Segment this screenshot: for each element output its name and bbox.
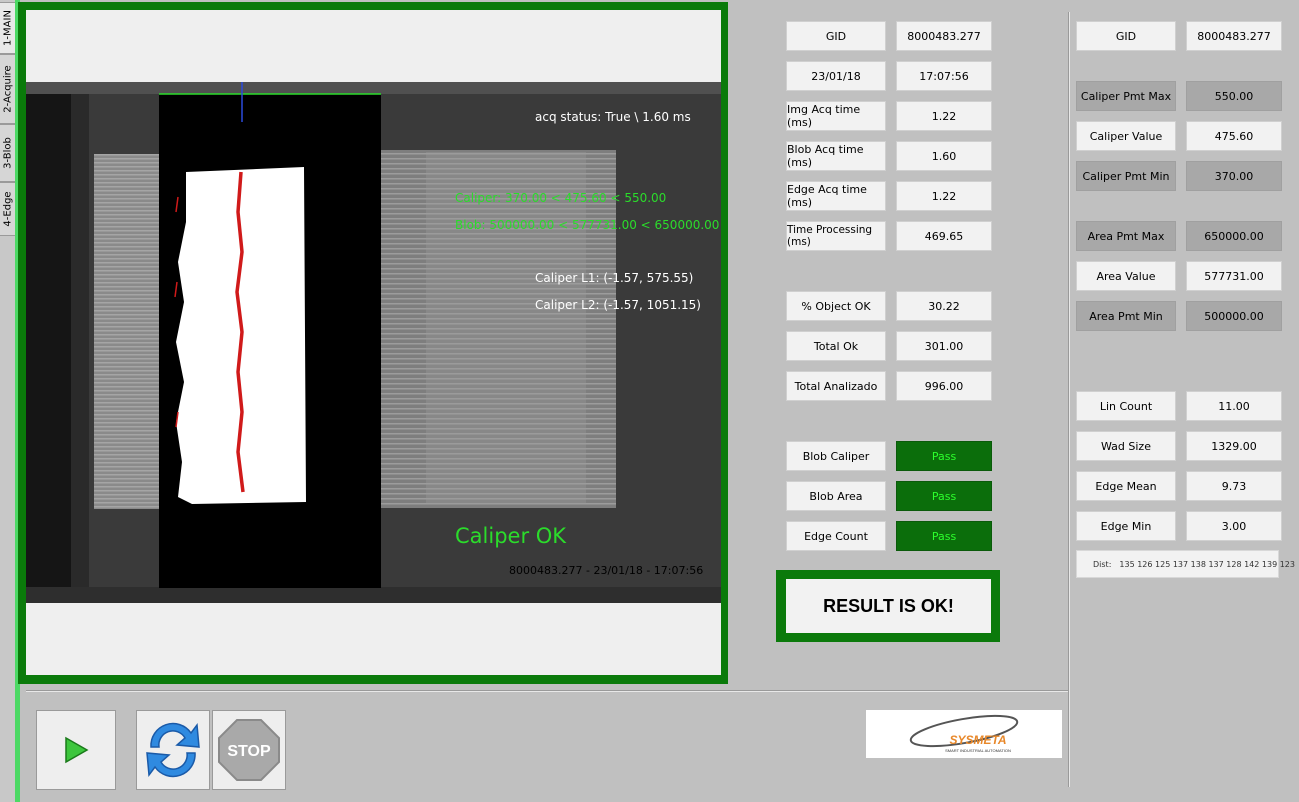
time-processing-label: Time Processing (ms) — [786, 221, 886, 251]
percent-ok-value: 30.22 — [896, 291, 992, 321]
distance-values: 135 126 125 137 138 137 128 142 139 123 — [1119, 559, 1295, 569]
caliper-range-text: Caliper: 370.00 < 475.60 < 550.00 — [455, 191, 667, 205]
area-min-label: Area Pmt Min — [1076, 301, 1176, 331]
right-divider — [1068, 12, 1070, 787]
time-processing-value: 469.65 — [896, 221, 992, 251]
edge-count-status: Pass — [896, 521, 992, 551]
tab-main[interactable]: 1-MAIN — [0, 2, 16, 54]
camera-render — [26, 82, 721, 603]
caliper-max-value: 550.00 — [1186, 81, 1282, 111]
stop-label: STOP — [227, 743, 271, 760]
stop-button[interactable]: STOP — [212, 710, 286, 790]
edge-count-label: Edge Count — [786, 521, 886, 551]
wad-size-label: Wad Size — [1076, 431, 1176, 461]
caliper-value-label: Caliper Value — [1076, 121, 1176, 151]
img-acq-value: 1.22 — [896, 101, 992, 131]
blob-acq-value: 1.60 — [896, 141, 992, 171]
total-ok-label: Total Ok — [786, 331, 886, 361]
tab-acquire[interactable]: 2-Acquire — [0, 54, 16, 124]
wad-size-value: 1329.00 — [1186, 431, 1282, 461]
tab-blob[interactable]: 3-Blob — [0, 124, 16, 182]
result-status: RESULT IS OK! — [786, 579, 991, 633]
gid-value: 8000483.277 — [896, 21, 992, 51]
tab-main-label: 1-MAIN — [2, 10, 13, 46]
tab-blob-label: 3-Blob — [2, 137, 13, 169]
caliper-min-value: 370.00 — [1186, 161, 1282, 191]
right-gid-value: 8000483.277 — [1186, 21, 1282, 51]
tab-edge-label: 4-Edge — [2, 191, 13, 227]
area-max-label: Area Pmt Max — [1076, 221, 1176, 251]
edge-mean-value: 9.73 — [1186, 471, 1282, 501]
caliper-l1-text: Caliper L1: (-1.57, 575.55) — [535, 271, 694, 285]
caliper-l2-text: Caliper L2: (-1.57, 1051.15) — [535, 298, 701, 312]
refresh-icon — [146, 722, 200, 778]
area-value-label: Area Value — [1076, 261, 1176, 291]
camera-image: acq status: True \ 1.60 ms Caliper: 370.… — [26, 82, 721, 603]
edge-min-label: Edge Min — [1076, 511, 1176, 541]
play-button[interactable] — [36, 710, 116, 790]
blob-area-label: Blob Area — [786, 481, 886, 511]
caliper-value: 475.60 — [1186, 121, 1282, 151]
edge-mean-label: Edge Mean — [1076, 471, 1176, 501]
refresh-button[interactable] — [136, 710, 210, 790]
distance-readout: Dist: 135 126 125 137 138 137 128 142 13… — [1076, 550, 1295, 578]
image-footer-text: 8000483.277 - 23/01/18 - 17:07:56 — [509, 564, 704, 577]
percent-ok-label: % Object OK — [786, 291, 886, 321]
total-analyzed-label: Total Analizado — [786, 371, 886, 401]
edge-min-value: 3.00 — [1186, 511, 1282, 541]
date-value: 23/01/18 — [786, 61, 886, 91]
caliper-min-label: Caliper Pmt Min — [1076, 161, 1176, 191]
stop-icon: STOP — [218, 719, 280, 781]
blob-area-status: Pass — [896, 481, 992, 511]
logo-text: SYSMETA — [949, 733, 1006, 747]
lin-count-label: Lin Count — [1076, 391, 1176, 421]
gid-label: GID — [786, 21, 886, 51]
tab-edge[interactable]: 4-Edge — [0, 182, 16, 236]
acq-status-text: acq status: True \ 1.60 ms — [535, 110, 691, 124]
distance-label: Dist: — [1093, 559, 1112, 569]
blob-caliper-status: Pass — [896, 441, 992, 471]
lin-count-value: 11.00 — [1186, 391, 1282, 421]
time-value: 17:07:56 — [896, 61, 992, 91]
blob-acq-label: Blob Acq time (ms) — [786, 141, 886, 171]
bottom-divider — [26, 690, 1068, 692]
area-max-value: 650000.00 — [1186, 221, 1282, 251]
blob-range-text: Blob: 500000.00 < 577731.00 < 650000.00 — [455, 218, 720, 232]
right-gid-label: GID — [1076, 21, 1176, 51]
company-logo: SYSMETA SMART INDUSTRIAL AUTOMATION — [866, 710, 1062, 758]
edge-acq-label: Edge Acq time (ms) — [786, 181, 886, 211]
total-analyzed-value: 996.00 — [896, 371, 992, 401]
play-icon — [65, 736, 89, 764]
edge-acq-value: 1.22 — [896, 181, 992, 211]
sysmeta-logo: SYSMETA SMART INDUSTRIAL AUTOMATION — [909, 714, 1019, 753]
caliper-max-label: Caliper Pmt Max — [1076, 81, 1176, 111]
caliper-ok-text: Caliper OK — [455, 524, 567, 548]
total-ok-value: 301.00 — [896, 331, 992, 361]
logo-tagline: SMART INDUSTRIAL AUTOMATION — [945, 748, 1011, 753]
img-acq-label: Img Acq time (ms) — [786, 101, 886, 131]
area-value: 577731.00 — [1186, 261, 1282, 291]
tab-acquire-label: 2-Acquire — [2, 65, 13, 113]
blob-caliper-label: Blob Caliper — [786, 441, 886, 471]
area-min-value: 500000.00 — [1186, 301, 1282, 331]
